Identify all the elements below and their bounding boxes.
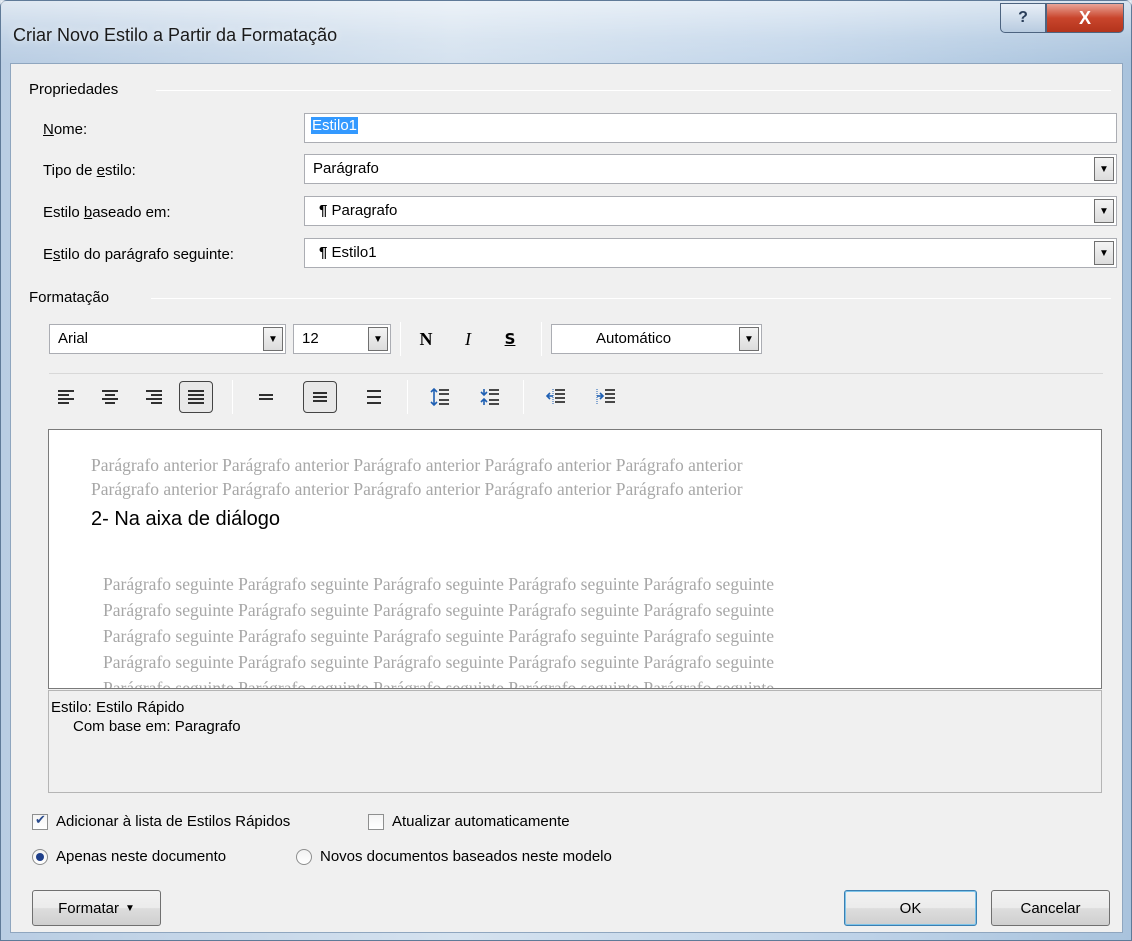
preview-next-line: Parágrafo seguinte Parágrafo seguinte Pa… [103, 626, 775, 646]
name-input[interactable]: Estilo1 [304, 113, 1117, 143]
style-preview: Parágrafo anterior Parágrafo anterior Pa… [48, 429, 1102, 689]
dialog-window: Criar Novo Estilo a Partir da Formatação… [0, 0, 1132, 941]
properties-section-title: Propriedades [29, 81, 119, 98]
name-input-value: Estilo1 [311, 117, 359, 134]
ok-button[interactable]: OK [844, 890, 977, 926]
based-on-label: Estilo baseado em: [43, 204, 171, 221]
style-type-value: Parágrafo [313, 160, 379, 177]
close-button[interactable]: X [1046, 3, 1124, 33]
next-style-value: ¶ Estilo1 [319, 244, 377, 261]
properties-divider [156, 90, 1111, 91]
new-documents-label[interactable]: Novos documentos baseados neste modelo [320, 848, 612, 865]
window-title: Criar Novo Estilo a Partir da Formatação [13, 25, 338, 45]
increase-paragraph-spacing-icon[interactable] [423, 381, 457, 413]
toolbar-separator [523, 380, 524, 414]
preview-previous-line: Parágrafo anterior Parágrafo anterior Pa… [91, 479, 743, 499]
style-description: Estilo: Estilo Rápido Com base em: Parag… [48, 690, 1102, 793]
font-color-select[interactable]: Automático ▼ [551, 324, 762, 354]
align-right-icon[interactable] [137, 381, 171, 413]
preview-next-line: Parágrafo seguinte Parágrafo seguinte Pa… [103, 574, 775, 594]
auto-update-label[interactable]: Atualizar automaticamente [392, 813, 570, 830]
auto-update-checkbox[interactable] [368, 814, 384, 830]
preview-next-line: Parágrafo seguinte Parágrafo seguinte Pa… [103, 600, 775, 620]
single-spacing-icon[interactable] [249, 381, 283, 413]
decrease-indent-icon[interactable] [539, 381, 573, 413]
toolbar-separator [541, 322, 542, 356]
description-style-line: Estilo: Estilo Rápido [51, 699, 185, 716]
preview-next-line: Parágrafo seguinte Parágrafo seguinte Pa… [103, 652, 775, 672]
italic-button[interactable]: I [451, 323, 485, 355]
style-type-label: Tipo de estilo: [43, 162, 136, 179]
based-on-text: Paragrafo [331, 202, 398, 219]
font-value: Arial [58, 330, 89, 347]
based-on-select[interactable]: ¶ Paragrafo ▼ [304, 196, 1117, 226]
paragraph-mark-icon: ¶ [319, 202, 328, 219]
only-this-document-radio[interactable] [32, 849, 48, 865]
chevron-down-icon[interactable]: ▼ [1094, 241, 1114, 265]
underline-button[interactable]: S [493, 323, 527, 355]
next-style-label: Estilo do parágrafo seguinte: [43, 246, 234, 263]
title-bar[interactable]: Criar Novo Estilo a Partir da Formatação… [1, 1, 1131, 63]
toolbar-separator [400, 322, 401, 356]
toolbar-separator [407, 380, 408, 414]
new-documents-radio[interactable] [296, 849, 312, 865]
description-based-line: Com base em: Paragrafo [73, 718, 241, 735]
chevron-down-icon[interactable]: ▼ [1094, 157, 1114, 181]
preview-next-line: Parágrafo seguinte Parágrafo seguinte Pa… [103, 678, 775, 689]
one-half-spacing-icon[interactable] [303, 381, 337, 413]
bold-button[interactable]: N [409, 323, 443, 355]
next-style-text: Estilo1 [331, 244, 377, 261]
decrease-paragraph-spacing-icon[interactable] [473, 381, 507, 413]
dialog-body: Propriedades Nome: Estilo1 Tipo de estil… [10, 63, 1123, 933]
based-on-value: ¶ Paragrafo [319, 202, 397, 219]
add-quick-styles-label[interactable]: Adicionar à lista de Estilos Rápidos [56, 813, 290, 830]
toolbar-separator [232, 380, 233, 414]
chevron-down-icon[interactable]: ▼ [368, 327, 388, 351]
font-size-value: 12 [302, 330, 319, 347]
font-size-select[interactable]: 12 ▼ [293, 324, 391, 354]
chevron-down-icon[interactable]: ▼ [263, 327, 283, 351]
add-quick-styles-checkbox[interactable] [32, 812, 48, 830]
align-center-icon[interactable] [93, 381, 127, 413]
chevron-down-icon: ▼ [124, 902, 135, 914]
format-button-label: Formatar [58, 899, 119, 917]
preview-previous-line: Parágrafo anterior Parágrafo anterior Pa… [91, 455, 743, 475]
justify-icon[interactable] [179, 381, 213, 413]
help-button[interactable]: ? [1000, 3, 1046, 33]
double-spacing-icon[interactable] [357, 381, 391, 413]
toolbar-divider [49, 373, 1103, 374]
increase-indent-icon[interactable] [589, 381, 623, 413]
font-color-value: Automático [596, 330, 672, 347]
only-this-document-label[interactable]: Apenas neste documento [56, 848, 226, 865]
chevron-down-icon[interactable]: ▼ [739, 327, 759, 351]
preview-current-paragraph: 2- Na aixa de diálogo [91, 508, 281, 530]
font-select[interactable]: Arial ▼ [49, 324, 286, 354]
next-style-select[interactable]: ¶ Estilo1 ▼ [304, 238, 1117, 268]
formatting-divider [151, 298, 1111, 299]
cancel-button[interactable]: Cancelar [991, 890, 1110, 926]
paragraph-mark-icon: ¶ [319, 244, 328, 261]
format-button[interactable]: Formatar ▼ [32, 890, 161, 926]
align-left-icon[interactable] [49, 381, 83, 413]
formatting-section-title: Formatação [29, 289, 110, 306]
chevron-down-icon[interactable]: ▼ [1094, 199, 1114, 223]
style-type-select[interactable]: Parágrafo ▼ [304, 154, 1117, 184]
name-label: Nome: [43, 121, 88, 138]
